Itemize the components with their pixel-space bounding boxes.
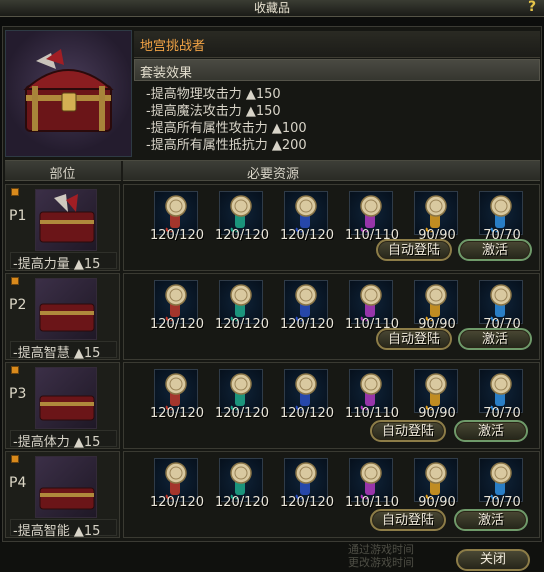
scroll-purple-icon[interactable]: 110/110 (345, 369, 399, 421)
scroll-gold-icon[interactable]: 90/90 (414, 369, 458, 421)
piece-label: P4 (9, 475, 27, 491)
scroll-red-icon[interactable]: 120/120 (150, 458, 204, 510)
scroll-green-icon[interactable]: 120/120 (215, 458, 269, 510)
auto-register-button[interactable]: 自动登陆 (370, 420, 446, 442)
resource-cell: 120/120 120/120 120/120 110/110 90/90 70/70 自动… (123, 451, 540, 538)
help-icon[interactable]: ? (524, 0, 540, 15)
column-header-part: 部位 (49, 167, 76, 182)
piece-p1-icon[interactable] (35, 189, 97, 251)
piece-bonus: -提高智慧 ▲15 (10, 341, 117, 361)
resource-cell: 120/120 120/120 120/120 110/110 90/90 70/70 自动… (123, 184, 540, 271)
resource-count: 70/70 (483, 495, 521, 510)
scroll-green-icon[interactable]: 120/120 (215, 280, 269, 332)
resource-count: 70/70 (483, 406, 521, 421)
scroll-gold-icon[interactable]: 90/90 (414, 191, 458, 243)
piece-label: P3 (9, 386, 27, 402)
set-effect-line: -提高所有属性抵抗力 ▲200 (146, 138, 307, 153)
scroll-purple-icon[interactable]: 110/110 (345, 458, 399, 510)
activate-button[interactable]: 激活 (454, 509, 528, 531)
piece-row: P3 -提高体力 ▲15 120/120 120/120 120/120 110/110 9… (5, 362, 540, 450)
piece-cell: P2 -提高智慧 ▲15 (5, 273, 120, 361)
footer-hint-line: 通过游戏时间 (348, 543, 414, 556)
piece-bonus: -提高智能 ▲15 (10, 519, 117, 539)
scroll-purple-icon[interactable]: 110/110 (345, 191, 399, 243)
scroll-sky-icon[interactable]: 70/70 (479, 458, 523, 510)
piece-row: P1 -提高力量 ▲15 120/120 120/120 120/120 110/110 9… (5, 184, 540, 272)
scroll-gold-icon[interactable]: 90/90 (414, 458, 458, 510)
set-effect-header-label: 套装效果 (140, 66, 193, 81)
piece-status-icon (11, 188, 19, 196)
piece-bonus: -提高体力 ▲15 (10, 430, 117, 450)
column-header-resources: 必要资源 (246, 167, 299, 182)
scroll-sky-icon[interactable]: 70/70 (479, 191, 523, 243)
scroll-red-icon[interactable]: 120/120 (150, 191, 204, 243)
piece-status-icon (11, 455, 19, 463)
piece-bonus-text: -提高力量 ▲15 (13, 257, 101, 272)
piece-bonus-text: -提高体力 ▲15 (13, 435, 101, 450)
activate-button[interactable]: 激活 (458, 239, 532, 261)
scroll-blue-icon[interactable]: 120/120 (280, 191, 334, 243)
auto-register-button[interactable]: 自动登陆 (376, 239, 452, 261)
set-effect-line: -提高物理攻击力 ▲150 (146, 87, 281, 102)
set-chest-icon (5, 30, 132, 157)
close-button[interactable]: 关闭 (456, 549, 530, 571)
window-title: 收藏品 (253, 1, 290, 15)
piece-cell: P3 -提高体力 ▲15 (5, 362, 120, 450)
set-effect-list: -提高物理攻击力 ▲150 -提高魔法攻击力 ▲150 -提高所有属性攻击力 ▲… (146, 86, 526, 154)
piece-p2-icon[interactable] (35, 278, 97, 340)
scroll-gold-icon[interactable]: 90/90 (414, 280, 458, 332)
piece-bonus-text: -提高智慧 ▲15 (13, 346, 101, 361)
activate-button[interactable]: 激活 (454, 420, 528, 442)
piece-status-icon (11, 277, 19, 285)
scroll-red-icon[interactable]: 120/120 (150, 280, 204, 332)
piece-bonus-text: -提高智能 ▲15 (13, 524, 101, 539)
set-name: 地宫挑战者 (140, 39, 206, 54)
set-effect-line: -提高魔法攻击力 ▲150 (146, 104, 281, 119)
scroll-blue-icon[interactable]: 120/120 (280, 280, 334, 332)
piece-status-icon (11, 366, 19, 374)
scroll-purple-icon[interactable]: 110/110 (345, 280, 399, 332)
set-effect-line: -提高所有属性攻击力 ▲100 (146, 121, 307, 136)
footer-hint: 通过游戏时间 更改游戏时间 (348, 543, 414, 569)
set-name-row: 地宫挑战者 (134, 31, 540, 58)
scroll-green-icon[interactable]: 120/120 (215, 369, 269, 421)
piece-row: P4 -提高智能 ▲15 120/120 120/120 120/120 110/110 9… (5, 451, 540, 539)
resource-cell: 120/120 120/120 120/120 110/110 90/90 70/70 自动… (123, 362, 540, 449)
piece-label: P2 (9, 297, 27, 313)
scroll-sky-icon[interactable]: 70/70 (479, 280, 523, 332)
activate-button[interactable]: 激活 (458, 328, 532, 350)
scroll-red-icon[interactable]: 120/120 (150, 369, 204, 421)
auto-register-button[interactable]: 自动登陆 (376, 328, 452, 350)
table-header: 部位 必要资源 (5, 160, 540, 182)
piece-label: P1 (9, 208, 27, 224)
auto-register-button[interactable]: 自动登陆 (370, 509, 446, 531)
piece-row: P2 -提高智慧 ▲15 120/120 120/120 120/120 110/110 9… (5, 273, 540, 361)
footer-hint-line: 更改游戏时间 (348, 556, 414, 569)
set-effect-header: 套装效果 (134, 59, 540, 81)
piece-cell: P4 -提高智能 ▲15 (5, 451, 120, 539)
piece-bonus: -提高力量 ▲15 (10, 252, 117, 272)
piece-cell: P1 -提高力量 ▲15 (5, 184, 120, 272)
piece-p4-icon[interactable] (35, 456, 97, 518)
piece-p3-icon[interactable] (35, 367, 97, 429)
scroll-sky-icon[interactable]: 70/70 (479, 369, 523, 421)
resource-cell: 120/120 120/120 120/120 110/110 90/90 70/70 自动… (123, 273, 540, 360)
title-bar: 收藏品 ? (0, 0, 544, 17)
scroll-blue-icon[interactable]: 120/120 (280, 458, 334, 510)
scroll-green-icon[interactable]: 120/120 (215, 191, 269, 243)
scroll-blue-icon[interactable]: 120/120 (280, 369, 334, 421)
